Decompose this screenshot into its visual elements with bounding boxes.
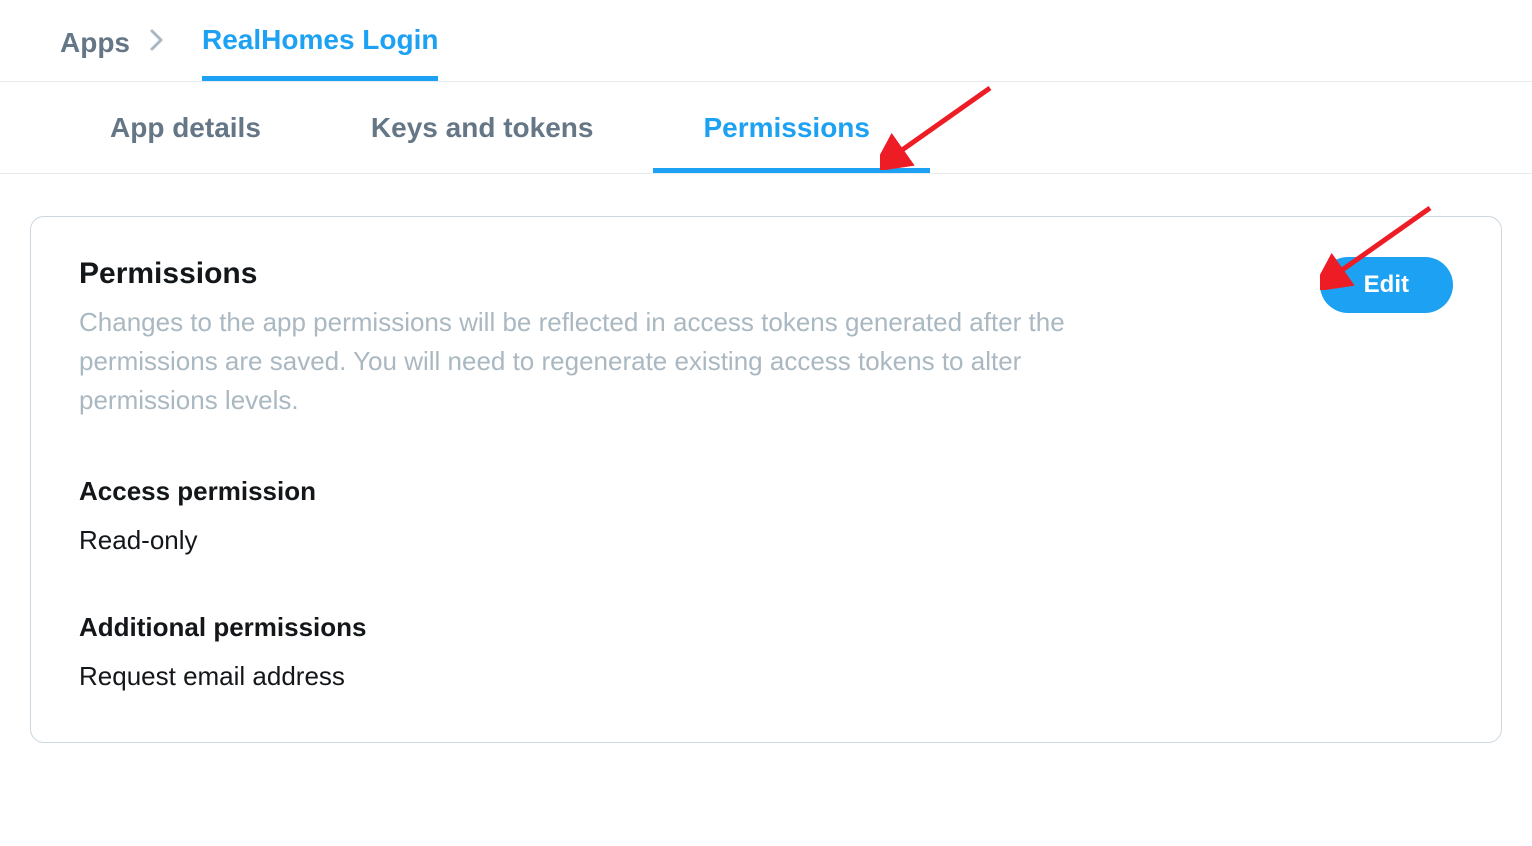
breadcrumb-apps-link[interactable]: Apps <box>60 27 130 79</box>
additional-permissions-heading: Additional permissions <box>79 612 1453 643</box>
tab-permissions[interactable]: Permissions <box>653 82 930 173</box>
breadcrumb-current-app[interactable]: RealHomes Login <box>202 24 438 81</box>
access-permission-value: Read-only <box>79 525 1453 556</box>
edit-button[interactable]: Edit <box>1320 257 1453 313</box>
tab-keys-and-tokens[interactable]: Keys and tokens <box>321 82 654 173</box>
chevron-right-icon <box>150 29 164 77</box>
additional-permissions-value: Request email address <box>79 661 1453 692</box>
tab-app-details[interactable]: App details <box>60 82 321 173</box>
permissions-title: Permissions <box>79 257 1139 291</box>
tab-bar: App details Keys and tokens Permissions <box>0 82 1532 174</box>
access-permission-heading: Access permission <box>79 476 1453 507</box>
breadcrumb: Apps RealHomes Login <box>0 0 1532 81</box>
permissions-card: Permissions Changes to the app permissio… <box>30 216 1502 743</box>
permissions-description: Changes to the app permissions will be r… <box>79 303 1139 420</box>
